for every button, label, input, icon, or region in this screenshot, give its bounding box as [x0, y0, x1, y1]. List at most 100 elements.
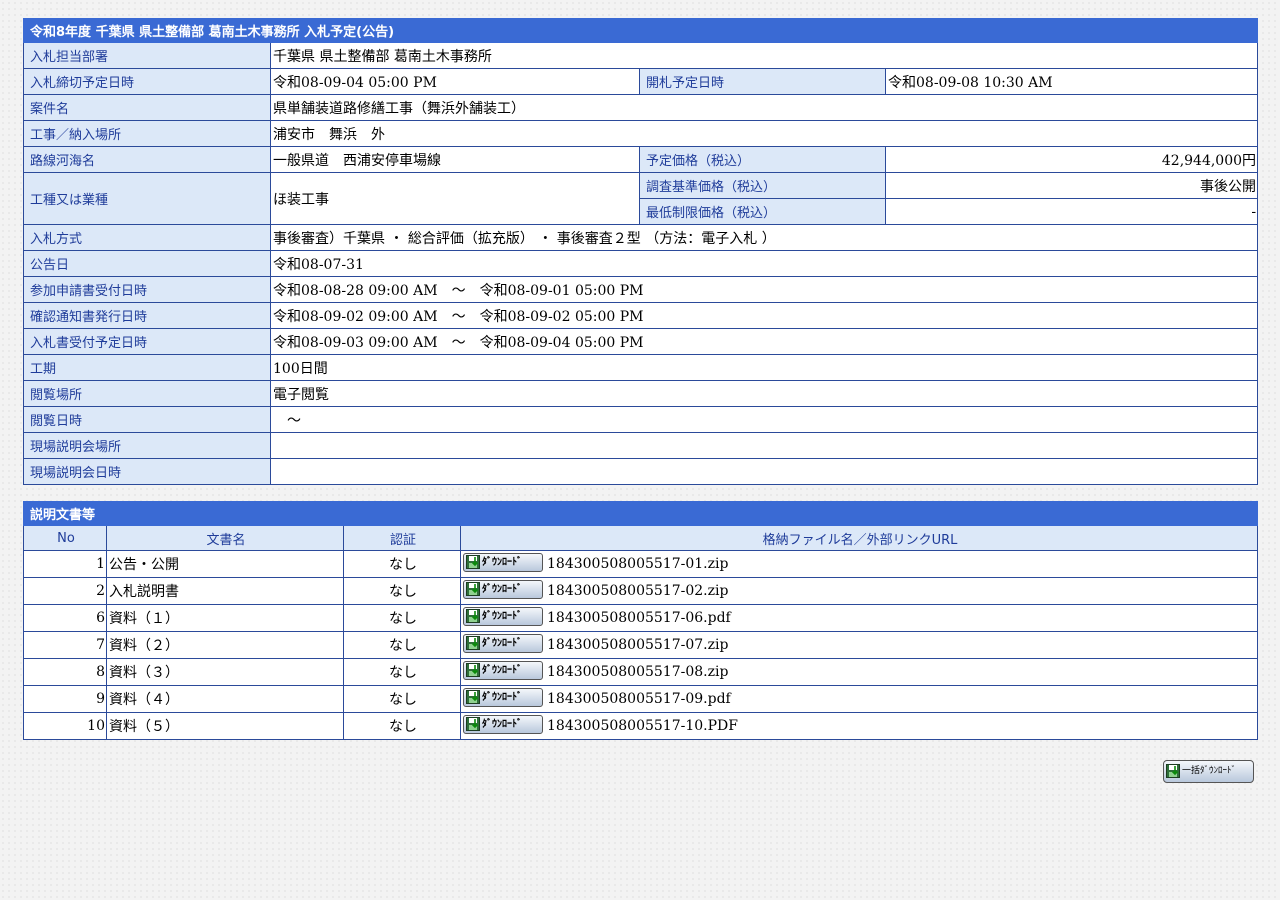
- etsuran-basho-value: 電子閲覧: [269, 380, 1259, 407]
- floppy-download-icon: [466, 635, 480, 650]
- doc-no: 10: [23, 712, 107, 740]
- doc-file-cell: ﾀﾞｳﾝﾛｰﾄﾞ 184300508005517-02.zip: [459, 577, 1259, 605]
- doc-auth: なし: [343, 712, 461, 740]
- doc-no: 6: [23, 604, 107, 632]
- table-row: 10 資料（５） なし ﾀﾞｳﾝﾛｰﾄﾞ 184300508005517-10.PDF: [23, 712, 1259, 740]
- doc-file-cell: ﾀﾞｳﾝﾛｰﾄﾞ 184300508005517-10.PDF: [459, 712, 1259, 740]
- rosen-value: 一般県道 西浦安停車場線: [270, 146, 640, 173]
- yotei-price-label: 予定価格（税込）: [639, 146, 886, 173]
- file-name: 184300508005517-01.zip: [547, 556, 729, 572]
- doc-no: 8: [23, 658, 107, 686]
- doc-file-cell: ﾀﾞｳﾝﾛｰﾄﾞ 184300508005517-06.pdf: [459, 604, 1259, 632]
- doc-file-cell: ﾀﾞｳﾝﾛｰﾄﾞ 184300508005517-08.zip: [459, 658, 1259, 686]
- file-name: 184300508005517-07.zip: [547, 637, 729, 653]
- bid-info-table: 令和8年度 千葉県 県土整備部 葛南土木事務所 入札予定(公告) 入札担当部署 …: [22, 18, 1259, 485]
- download-button-label: ﾀﾞｳﾝﾛｰﾄﾞ: [482, 718, 522, 730]
- sanka-value: 令和08-08-28 09:00 AM ～ 令和08-09-01 05:00 P…: [269, 276, 1259, 303]
- floppy-download-icon: [466, 662, 480, 677]
- col-header-auth: 認証: [343, 525, 461, 551]
- download-button[interactable]: ﾀﾞｳﾝﾛｰﾄﾞ: [463, 552, 543, 572]
- doc-name: 資料（３）: [106, 658, 344, 686]
- download-button-label: ﾀﾞｳﾝﾛｰﾄﾞ: [482, 664, 522, 676]
- floppy-download-icon: [466, 689, 480, 704]
- nyusatsusho-value: 令和08-09-03 09:00 AM ～ 令和08-09-04 05:00 P…: [269, 328, 1259, 355]
- doc-no: 9: [23, 685, 107, 713]
- hoshiki-label: 入札方式: [23, 224, 271, 251]
- kaisatsu-value: 令和08-09-08 10:30 AM: [884, 68, 1259, 95]
- doc-auth: なし: [343, 550, 461, 578]
- doc-auth: なし: [343, 631, 461, 659]
- file-name: 184300508005517-06.pdf: [547, 610, 731, 626]
- table-row: 2 入札説明書 なし ﾀﾞｳﾝﾛｰﾄﾞ 184300508005517-02.zip: [23, 577, 1259, 605]
- doc-name: 資料（５）: [106, 712, 344, 740]
- table-row: 9 資料（４） なし ﾀﾞｳﾝﾛｰﾄﾞ 184300508005517-09.pdf: [23, 685, 1259, 713]
- col-header-file: 格納ファイル名／外部リンクURL: [459, 525, 1259, 551]
- doc-name: 資料（４）: [106, 685, 344, 713]
- hoshiki-value: 事後審査）千葉県 ・ 総合評価（拡充版） ・ 事後審査２型 （方法：電子入札 ）: [269, 224, 1259, 251]
- genba-basho-value: [269, 432, 1259, 459]
- bulk-download-button[interactable]: 一括ﾀﾞｳﾝﾛｰﾄﾞ: [1163, 760, 1254, 783]
- doc-name: 資料（１）: [106, 604, 344, 632]
- chosa-price-value: 事後公開: [884, 172, 1259, 199]
- tanto-value: 千葉県 県土整備部 葛南土木事務所: [269, 42, 1259, 69]
- genba-nichiji-label: 現場説明会日時: [23, 458, 271, 485]
- table-row: 1 公告・公開 なし ﾀﾞｳﾝﾛｰﾄﾞ 184300508005517-01.zip: [23, 550, 1259, 578]
- etsuran-nichiji-value: ～: [269, 406, 1259, 433]
- kaisatsu-label: 開札予定日時: [639, 68, 886, 95]
- file-name: 184300508005517-02.zip: [547, 583, 729, 599]
- doc-auth: なし: [343, 604, 461, 632]
- kokoku-value: 令和08-07-31: [269, 250, 1259, 277]
- documents-title: 説明文書等: [22, 501, 1259, 526]
- floppy-download-icon: [1166, 763, 1180, 778]
- koshu-label: 工種又は業種: [23, 172, 271, 225]
- doc-name: 公告・公開: [106, 550, 344, 578]
- shimekiri-value: 令和08-09-04 05:00 PM: [270, 68, 640, 95]
- rosen-label: 路線河海名: [23, 146, 271, 173]
- shimekiri-label: 入札締切予定日時: [23, 68, 271, 95]
- doc-no: 2: [23, 577, 107, 605]
- doc-file-cell: ﾀﾞｳﾝﾛｰﾄﾞ 184300508005517-01.zip: [459, 550, 1259, 578]
- download-button[interactable]: ﾀﾞｳﾝﾛｰﾄﾞ: [463, 660, 543, 680]
- koki-value: 100日間: [269, 354, 1259, 381]
- bid-info-title: 令和8年度 千葉県 県土整備部 葛南土木事務所 入札予定(公告): [22, 18, 1259, 43]
- floppy-download-icon: [466, 716, 480, 731]
- doc-file-cell: ﾀﾞｳﾝﾛｰﾄﾞ 184300508005517-09.pdf: [459, 685, 1259, 713]
- col-header-doc-name: 文書名: [106, 525, 344, 551]
- genba-basho-label: 現場説明会場所: [23, 432, 271, 459]
- koshu-value: ほ装工事: [270, 172, 640, 225]
- table-row: 8 資料（３） なし ﾀﾞｳﾝﾛｰﾄﾞ 184300508005517-08.zip: [23, 658, 1259, 686]
- kakunin-label: 確認通知書発行日時: [23, 302, 271, 329]
- doc-name: 入札説明書: [106, 577, 344, 605]
- download-button[interactable]: ﾀﾞｳﾝﾛｰﾄﾞ: [463, 714, 543, 734]
- download-button-label: ﾀﾞｳﾝﾛｰﾄﾞ: [482, 637, 522, 649]
- yotei-price-value: 42,944,000円: [884, 146, 1259, 173]
- basho-label: 工事／納入場所: [23, 120, 271, 147]
- genba-nichiji-value: [269, 458, 1259, 485]
- doc-auth: なし: [343, 658, 461, 686]
- file-name: 184300508005517-09.pdf: [547, 691, 731, 707]
- download-button-label: ﾀﾞｳﾝﾛｰﾄﾞ: [482, 691, 522, 703]
- anken-label: 案件名: [23, 94, 271, 121]
- doc-no: 1: [23, 550, 107, 578]
- download-button[interactable]: ﾀﾞｳﾝﾛｰﾄﾞ: [463, 633, 543, 653]
- download-button-label: ﾀﾞｳﾝﾛｰﾄﾞ: [482, 583, 522, 595]
- saitei-price-label: 最低制限価格（税込）: [639, 198, 886, 225]
- kokoku-label: 公告日: [23, 250, 271, 277]
- saitei-price-value: -: [884, 198, 1259, 225]
- col-header-no: No: [23, 525, 107, 551]
- file-name: 184300508005517-08.zip: [547, 664, 729, 680]
- chosa-price-label: 調査基準価格（税込）: [639, 172, 886, 199]
- table-row: 7 資料（２） なし ﾀﾞｳﾝﾛｰﾄﾞ 184300508005517-07.zip: [23, 631, 1259, 659]
- doc-no: 7: [23, 631, 107, 659]
- download-button-label: ﾀﾞｳﾝﾛｰﾄﾞ: [482, 610, 522, 622]
- download-button[interactable]: ﾀﾞｳﾝﾛｰﾄﾞ: [463, 606, 543, 626]
- etsuran-basho-label: 閲覧場所: [23, 380, 271, 407]
- download-button[interactable]: ﾀﾞｳﾝﾛｰﾄﾞ: [463, 579, 543, 599]
- sanka-label: 参加申請書受付日時: [23, 276, 271, 303]
- download-button[interactable]: ﾀﾞｳﾝﾛｰﾄﾞ: [463, 687, 543, 707]
- floppy-download-icon: [466, 581, 480, 596]
- etsuran-nichiji-label: 閲覧日時: [23, 406, 271, 433]
- doc-auth: なし: [343, 577, 461, 605]
- doc-file-cell: ﾀﾞｳﾝﾛｰﾄﾞ 184300508005517-07.zip: [459, 631, 1259, 659]
- anken-value: 県単舗装道路修繕工事（舞浜外舗装工）: [269, 94, 1259, 121]
